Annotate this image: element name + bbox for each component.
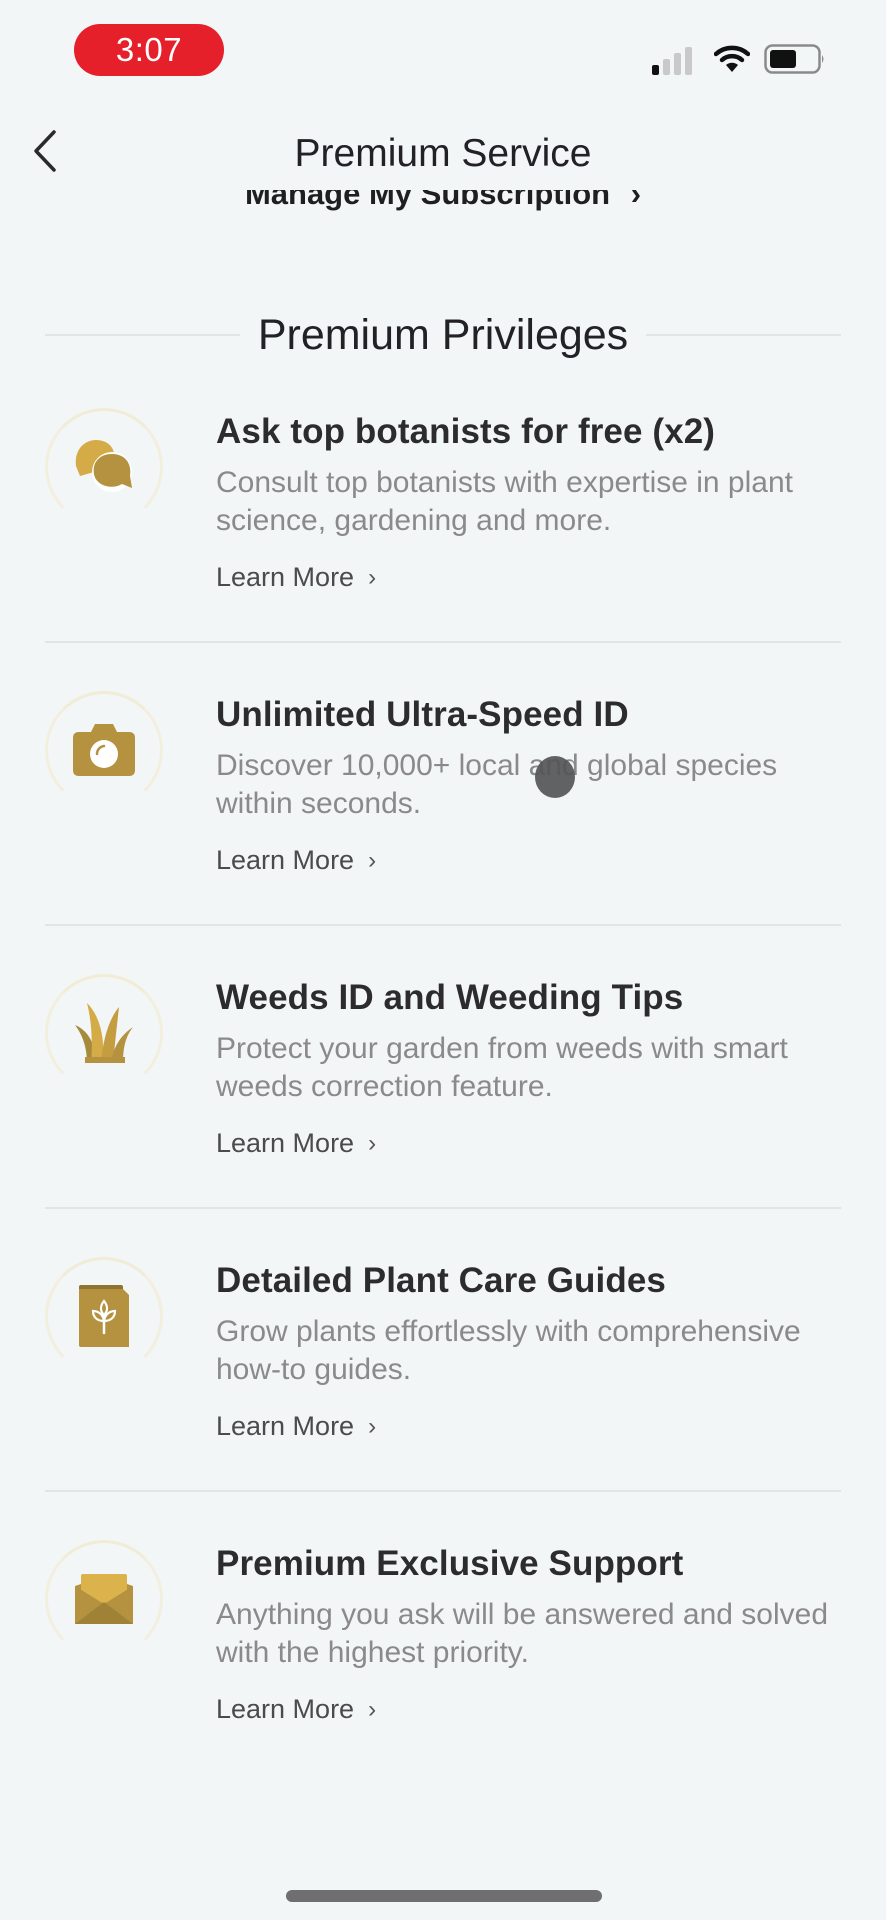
learn-more-link[interactable]: Learn More › xyxy=(216,1128,376,1159)
plant-book-icon xyxy=(79,1285,129,1347)
section-title: Premium Privileges xyxy=(257,310,629,359)
learn-more-label: Learn More xyxy=(216,845,355,875)
chevron-right-icon: › xyxy=(368,846,377,874)
chat-bubbles-icon xyxy=(72,438,136,496)
camera-icon xyxy=(73,724,135,776)
nav-bar: Premium Service xyxy=(0,100,886,190)
privilege-item: Unlimited Ultra-Speed ID Discover 10,000… xyxy=(0,643,886,926)
privilege-text: Detailed Plant Care Guides Grow plants e… xyxy=(216,1259,856,1442)
privilege-title: Premium Exclusive Support xyxy=(216,1544,684,1583)
premium-service-screen: 3:07 Manage My Subscription › Premium Pr… xyxy=(0,0,886,1920)
privilege-title: Ask top botanists for free (x2) xyxy=(216,412,716,451)
privilege-item: Detailed Plant Care Guides Grow plants e… xyxy=(0,1209,886,1492)
privilege-description: Protect your garden from weeds with smar… xyxy=(216,1032,788,1103)
privilege-text: Premium Exclusive Support Anything you a… xyxy=(216,1542,856,1725)
learn-more-label: Learn More xyxy=(216,1128,355,1158)
privilege-description: Anything you ask will be answered and so… xyxy=(216,1598,829,1669)
learn-more-link[interactable]: Learn More › xyxy=(216,562,376,593)
icon-ring xyxy=(45,974,163,1092)
privilege-item: Weeds ID and Weeding Tips Protect your g… xyxy=(0,926,886,1209)
home-indicator[interactable] xyxy=(286,1890,602,1902)
learn-more-label: Learn More xyxy=(216,1411,355,1441)
envelope-icon xyxy=(75,1574,133,1624)
chevron-right-icon: › xyxy=(368,1695,377,1723)
grass-icon xyxy=(75,1003,133,1063)
learn-more-link[interactable]: Learn More › xyxy=(216,1411,376,1442)
learn-more-label: Learn More xyxy=(216,562,355,592)
privilege-item: Ask top botanists for free (x2) Consult … xyxy=(0,360,886,643)
privilege-item: Premium Exclusive Support Anything you a… xyxy=(0,1492,886,1775)
privilege-title: Unlimited Ultra-Speed ID xyxy=(216,695,629,734)
divider xyxy=(45,334,240,336)
chevron-right-icon: › xyxy=(368,1412,377,1440)
privilege-title: Weeds ID and Weeding Tips xyxy=(216,978,684,1017)
privilege-description: Consult top botanists with expertise in … xyxy=(216,466,793,537)
chevron-right-icon: › xyxy=(368,563,377,591)
learn-more-link[interactable]: Learn More › xyxy=(216,1694,376,1725)
privilege-title: Detailed Plant Care Guides xyxy=(216,1261,666,1300)
chevron-right-icon: › xyxy=(368,1129,377,1157)
icon-ring xyxy=(45,1257,163,1375)
icon-ring xyxy=(45,691,163,809)
touch-indicator xyxy=(535,756,575,798)
scroll-content[interactable]: Manage My Subscription › Premium Privile… xyxy=(0,0,886,1920)
page-title: Premium Service xyxy=(294,132,592,175)
privilege-text: Ask top botanists for free (x2) Consult … xyxy=(216,410,856,593)
icon-ring xyxy=(45,408,163,526)
privilege-list: Ask top botanists for free (x2) Consult … xyxy=(0,360,886,1775)
divider xyxy=(646,334,841,336)
learn-more-label: Learn More xyxy=(216,1694,355,1724)
privilege-text: Weeds ID and Weeding Tips Protect your g… xyxy=(216,976,856,1159)
icon-ring xyxy=(45,1540,163,1658)
learn-more-link[interactable]: Learn More › xyxy=(216,845,376,876)
section-header: Premium Privileges xyxy=(45,310,841,360)
privilege-description: Grow plants effortlessly with comprehens… xyxy=(216,1315,801,1386)
